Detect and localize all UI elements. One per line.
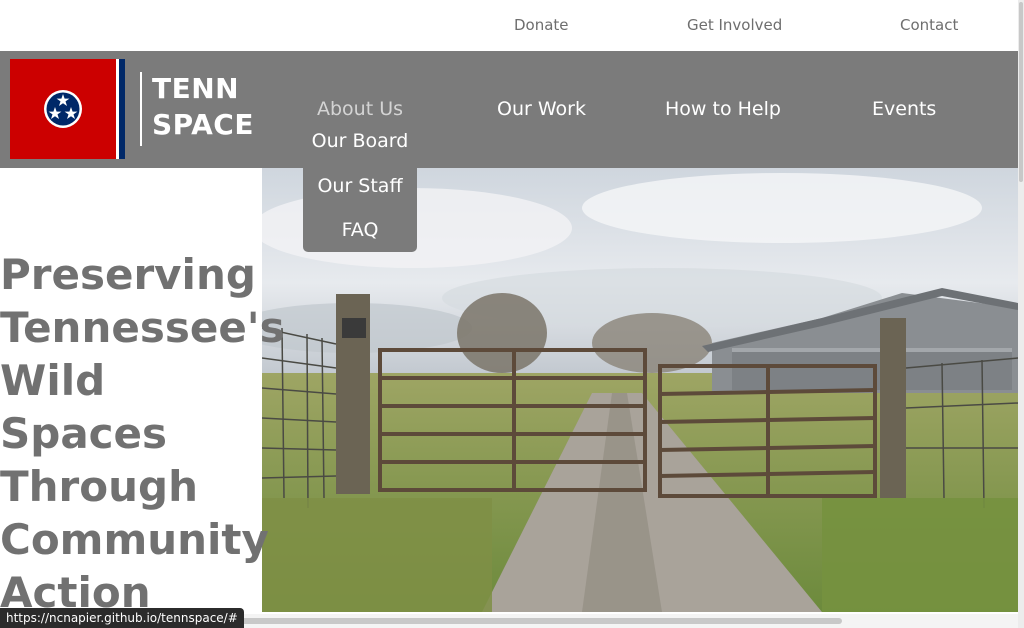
- get-involved-link[interactable]: Get Involved: [687, 16, 782, 34]
- headline-line: Tennessee's: [0, 303, 285, 352]
- vertical-scrollbar-thumb[interactable]: [1019, 2, 1023, 182]
- hero-headline: Preserving Tennessee's Wild Spaces Throu…: [0, 248, 285, 619]
- tennessee-flag-icon: [10, 59, 125, 159]
- headline-line: Preserving: [0, 250, 256, 299]
- about-dropdown-menu: Our Staff FAQ: [303, 168, 417, 252]
- headline-line: Community: [0, 515, 269, 564]
- logo-wordmark: TENN SPACE: [152, 71, 272, 143]
- nav-how-to-help[interactable]: How to Help: [665, 98, 781, 120]
- headline-line: Wild: [0, 356, 106, 405]
- headline-line: Spaces: [0, 409, 168, 458]
- logo-divider: [140, 72, 142, 146]
- dropdown-our-staff[interactable]: Our Staff: [303, 175, 417, 197]
- nav-events[interactable]: Events: [872, 98, 936, 120]
- main-navbar: TENN SPACE About Us Our Work How to Help…: [0, 51, 1018, 168]
- dropdown-our-board[interactable]: Our Board: [303, 130, 417, 152]
- logo-line-2: SPACE: [152, 108, 254, 141]
- dropdown-faq[interactable]: FAQ: [303, 219, 417, 241]
- logo-line-1: TENN: [152, 72, 240, 105]
- contact-link[interactable]: Contact: [900, 16, 958, 34]
- link-status-url: https://ncnapier.github.io/tennspace/#: [0, 608, 244, 628]
- utility-bar: Donate Get Involved Contact: [0, 0, 1018, 51]
- nav-our-work[interactable]: Our Work: [497, 98, 586, 120]
- headline-line: Through: [0, 462, 198, 511]
- nav-about-us[interactable]: About Us: [317, 98, 403, 120]
- horizontal-scrollbar-thumb[interactable]: [200, 618, 842, 624]
- donate-link[interactable]: Donate: [514, 16, 569, 34]
